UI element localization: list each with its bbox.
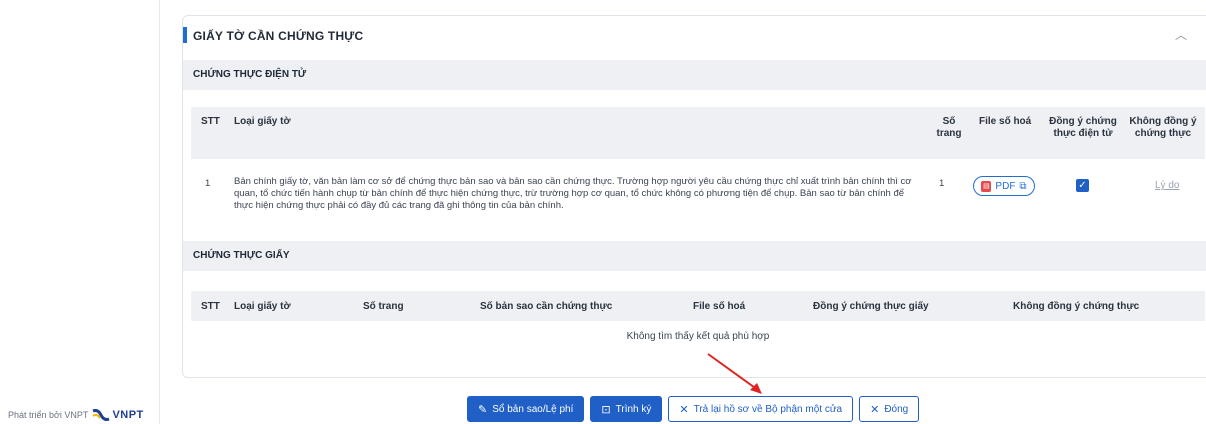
pdf-label: PDF [995,180,1016,192]
close-icon: ✕ [870,403,880,416]
chevron-up-icon[interactable]: ︿ [1175,26,1187,43]
col-pages: Số trang [936,116,962,139]
documents-card: GIẤY TỜ CẦN CHỨNG THỰC ︿ CHỨNG THỰC ĐIỆN… [182,15,1206,378]
row-description: Bản chính giấy tờ, văn bản làm cơ sở để … [234,176,912,211]
col-file: File số hoá [693,301,746,312]
empty-state-message: Không tìm thấy kết quả phù hợp [626,331,770,342]
close-button-label: Đóng [884,403,909,415]
electronic-table-header: STT Loại giấy tờ Số trang File số hoá Đồ… [191,107,1205,159]
annotation-arrow-icon [707,353,762,394]
left-sidebar [0,0,160,424]
col-disagree: Không đồng ý chứng thực [1129,116,1197,139]
card-title: GIẤY TỜ CẦN CHỨNG THỰC [193,29,364,43]
col-agree: Đồng ý chứng thực điện tử [1049,116,1117,139]
row-stt: 1 [205,178,211,189]
paper-section-title: CHỨNG THỰC GIẤY [193,250,290,261]
agree-checkbox[interactable]: ✓ [1076,179,1089,192]
return-button[interactable]: ✕ Trả lại hồ sơ về Bộ phận một cửa [668,396,854,422]
sign-button-label: Trình ký [615,403,652,415]
external-link-icon: ⧉ [1019,180,1027,192]
footer-brand-text: Phát triển bởi VNPT [8,410,89,420]
pdf-file-button[interactable]: ▤ PDF ⧉ [973,176,1035,196]
paper-table-header: STT Loại giấy tờ Số trang Số bản sao cần… [191,291,1205,321]
electronic-section-title: CHỨNG THỰC ĐIỆN TỬ [193,69,307,80]
sign-button[interactable]: ⊡ Trình ký [590,396,663,422]
col-disagree: Không đồng ý chứng thực [1013,301,1140,312]
footer-brand: Phát triển bởi VNPT VNPT [8,409,144,421]
col-type: Loại giấy tờ [234,301,291,312]
fee-button[interactable]: ✎ Sổ bản sao/Lệ phí [467,396,585,422]
pdf-file-icon: ▤ [981,180,992,192]
col-type: Loại giấy tờ [234,116,291,127]
vnpt-logo-text: VNPT [112,409,144,421]
col-pages: Số trang [363,301,404,312]
title-accent-bar [183,27,187,43]
col-copies: Số bản sao cần chứng thực [480,301,613,312]
page: Phát triển bởi VNPT VNPT GIẤY TỜ CẦN CHỨ… [0,0,1206,424]
electronic-section-header: CHỨNG THỰC ĐIỆN TỬ [183,60,1206,90]
edit-document-icon: ✎ [478,403,488,416]
fee-button-label: Sổ bản sao/Lệ phí [492,403,574,415]
col-agree: Đồng ý chứng thực giấy [813,301,929,312]
submit-icon: ⊡ [601,403,611,416]
paper-section-header: CHỨNG THỰC GIẤY [183,241,1206,271]
reason-link[interactable]: Lý do [1155,180,1179,191]
card-header: GIẤY TỜ CẦN CHỨNG THỰC ︿ [183,16,1206,54]
return-button-label: Trả lại hồ sơ về Bộ phận một cửa [693,403,843,415]
close-button[interactable]: ✕ Đóng [859,396,920,422]
action-bar: ✎ Sổ bản sao/Lệ phí ⊡ Trình ký ✕ Trả lại… [467,396,920,422]
vnpt-logo-mark-icon [92,409,110,421]
row-pages: 1 [939,178,945,189]
vnpt-logo: VNPT [92,409,143,421]
col-stt: STT [201,116,220,127]
col-file: File số hoá [979,116,1032,127]
col-stt: STT [201,301,220,312]
close-icon: ✕ [679,403,689,416]
